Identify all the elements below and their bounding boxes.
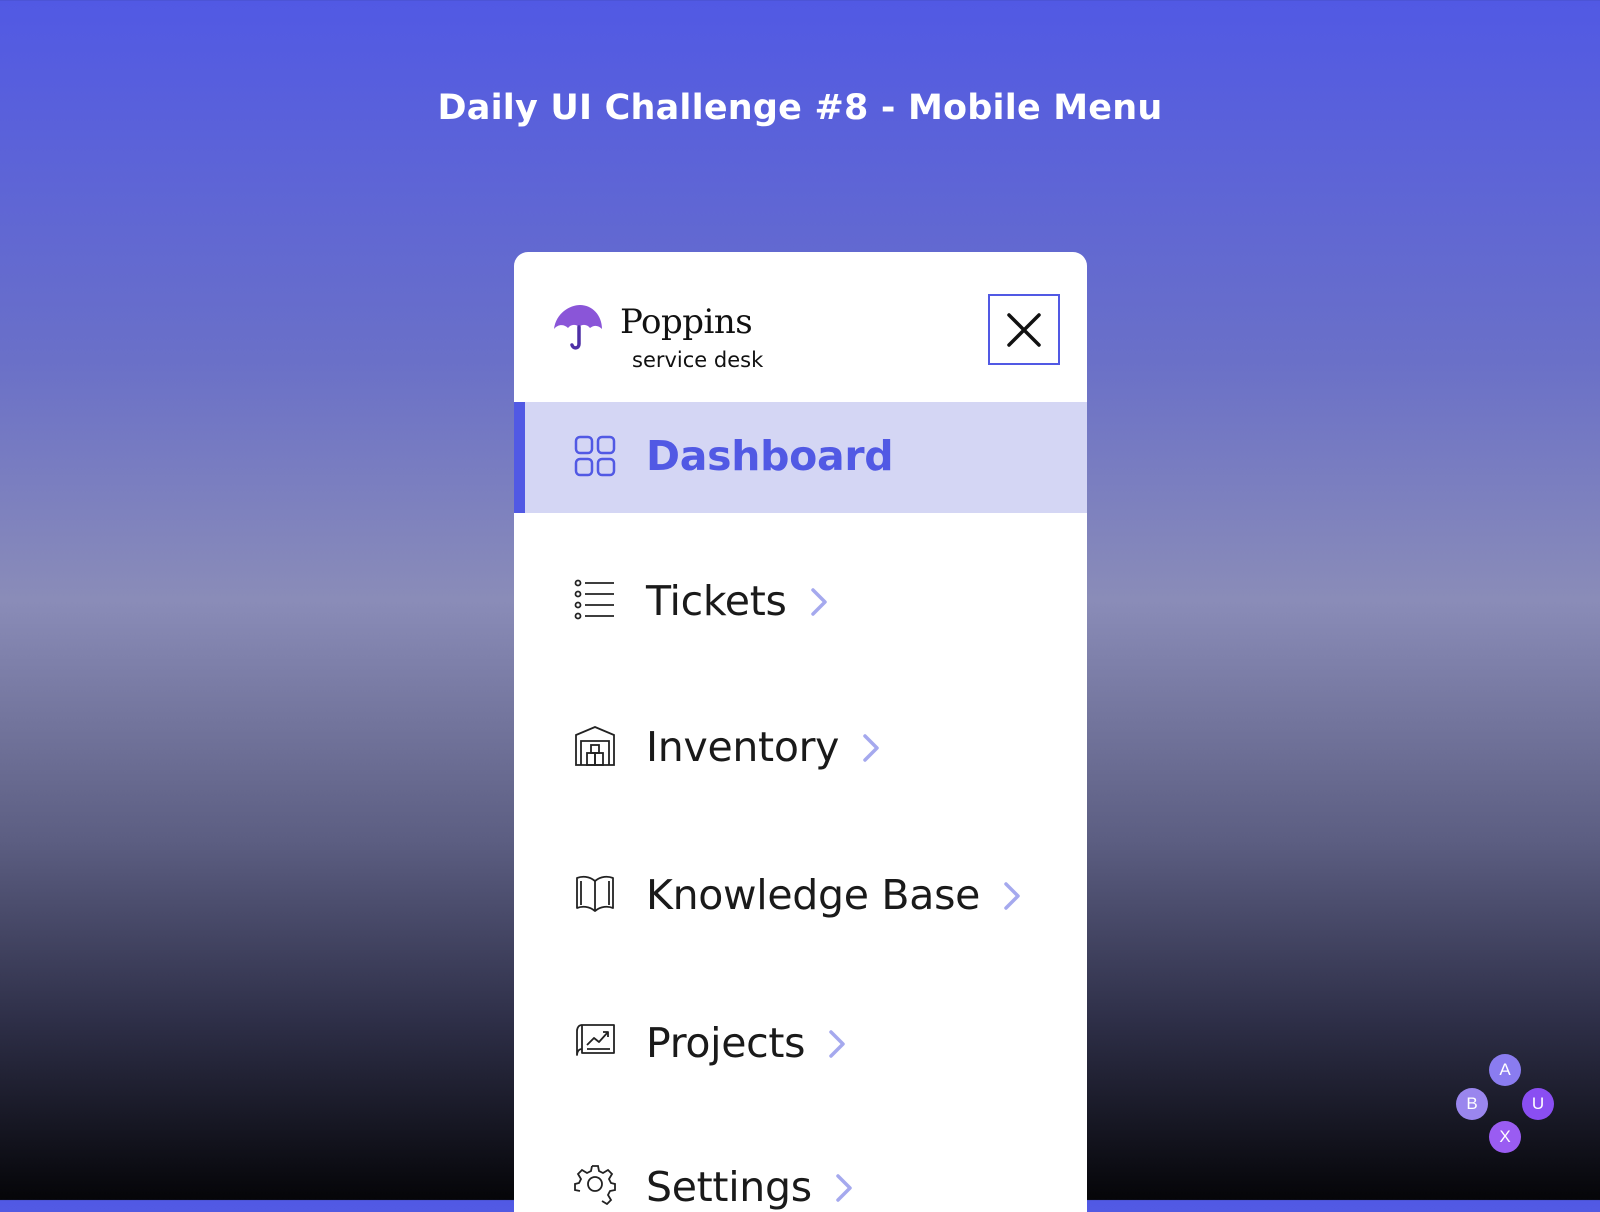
menu-item-label: Settings <box>646 1163 854 1211</box>
menu-item-label: Dashboard <box>646 432 894 480</box>
menu-item-label: Tickets <box>646 577 829 625</box>
chevron-right-icon <box>836 1174 852 1202</box>
chevron-right-icon <box>829 1030 845 1058</box>
menu-item-label: Projects <box>646 1019 847 1067</box>
menu-item-projects[interactable]: Projects <box>514 957 1087 1105</box>
book-icon <box>576 875 614 912</box>
menu-item-dashboard[interactable]: Dashboard <box>514 402 1087 513</box>
close-button[interactable] <box>988 294 1060 365</box>
menu-item-inventory[interactable]: Inventory <box>514 661 1087 809</box>
badge-a: A <box>1489 1054 1521 1086</box>
abux-badge-logo: A B U X <box>1454 1054 1556 1158</box>
brand-tagline: service desk <box>632 348 764 372</box>
menu-header: Poppins service desk <box>514 252 1087 402</box>
badge-b: B <box>1456 1088 1488 1120</box>
grid-icon <box>574 435 616 477</box>
gear-icon <box>574 1165 616 1205</box>
menu-list: Dashboard Tickets Inventory Knowledge Ba… <box>514 402 1087 1212</box>
close-icon <box>1007 313 1041 347</box>
menu-item-tickets[interactable]: Tickets <box>514 513 1087 661</box>
badge-x: X <box>1489 1121 1521 1153</box>
menu-item-label: Knowledge Base <box>646 871 1022 919</box>
chevron-right-icon <box>810 588 827 616</box>
menu-item-settings[interactable]: Settings <box>514 1105 1087 1212</box>
badge-u: U <box>1522 1088 1554 1120</box>
list-icon <box>574 579 614 620</box>
chart-board-icon <box>576 1024 615 1056</box>
umbrella-icon <box>554 305 602 350</box>
menu-item-knowledge-base[interactable]: Knowledge Base <box>514 809 1087 957</box>
brand-name: Poppins <box>620 302 753 342</box>
mobile-menu-panel: Poppins service desk Dashboard Tickets I… <box>514 252 1087 1212</box>
chevron-right-icon <box>863 734 879 762</box>
menu-item-label: Inventory <box>646 723 881 771</box>
page-title: Daily UI Challenge #8 - Mobile Menu <box>437 88 1163 128</box>
warehouse-icon <box>575 726 615 766</box>
active-indicator <box>514 402 525 513</box>
chevron-right-icon <box>1004 882 1020 910</box>
